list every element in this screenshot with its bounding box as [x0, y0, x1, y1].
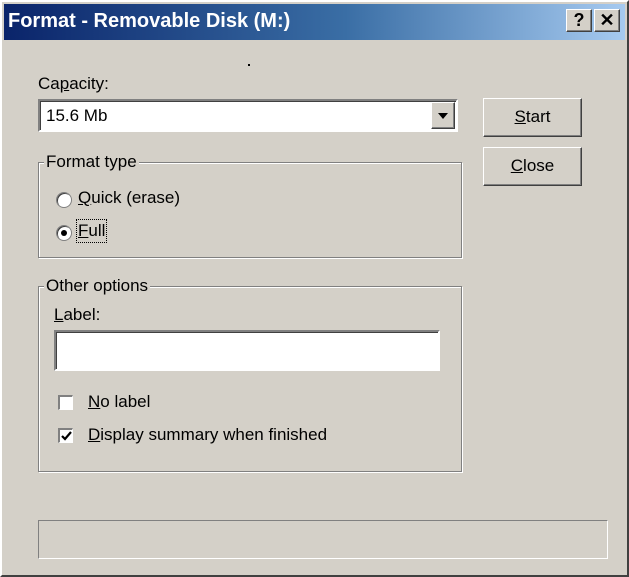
- volume-label-caption: Label:: [54, 305, 101, 324]
- no-label-checkbox[interactable]: [58, 395, 73, 410]
- no-label-label[interactable]: No label: [88, 392, 150, 412]
- format-progress-bar: [38, 520, 608, 559]
- title-bar[interactable]: Format - Removable Disk (M:) ? ✕: [4, 4, 625, 40]
- format-type-title: Format type: [44, 152, 139, 172]
- capacity-dropdown-button[interactable]: [431, 102, 455, 129]
- start-button[interactable]: Start: [483, 98, 582, 137]
- format-type-group: Format type: [38, 152, 462, 258]
- stray-dot: [248, 64, 250, 66]
- close-window-button[interactable]: ✕: [594, 9, 620, 32]
- help-icon: ?: [573, 10, 585, 30]
- chevron-down-icon: [438, 113, 448, 119]
- close-icon: ✕: [599, 10, 615, 30]
- window-title: Format - Removable Disk (M:): [8, 10, 291, 32]
- quick-erase-radio[interactable]: [56, 192, 72, 208]
- capacity-label: Capacity:: [38, 74, 109, 93]
- display-summary-label[interactable]: Display summary when finished: [88, 425, 327, 445]
- help-button[interactable]: ?: [566, 9, 592, 32]
- close-button[interactable]: Close: [483, 147, 582, 186]
- radio-selected-dot: [61, 230, 67, 236]
- checkmark-icon: [61, 431, 72, 441]
- display-summary-checkbox[interactable]: [58, 428, 73, 443]
- capacity-combobox[interactable]: 15.6 Mb: [38, 99, 458, 132]
- other-options-title: Other options: [44, 276, 151, 296]
- full-radio[interactable]: [56, 225, 72, 241]
- full-label[interactable]: Full: [75, 219, 108, 243]
- quick-erase-label[interactable]: Quick (erase): [78, 188, 180, 208]
- capacity-value: 15.6 Mb: [46, 106, 108, 125]
- volume-label-input[interactable]: [54, 330, 440, 371]
- format-dialog: Format - Removable Disk (M:) ? ✕ Capacit…: [0, 0, 629, 577]
